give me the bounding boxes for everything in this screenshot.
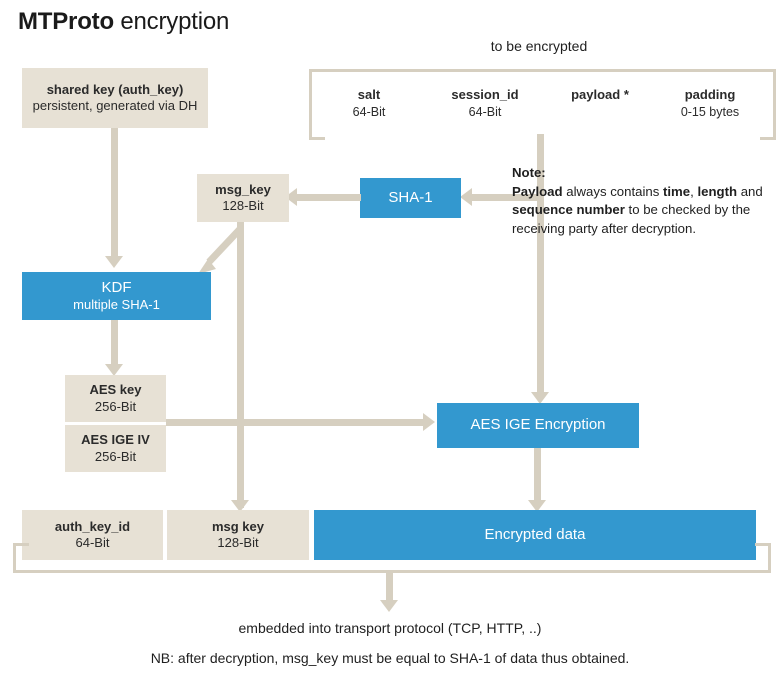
footer-nb-line: NB: after decryption, msg_key must be eq… — [150, 650, 630, 666]
footer-transport-line: embedded into transport protocol (TCP, H… — [238, 620, 542, 636]
aes-key-sub: 256-Bit — [94, 398, 137, 414]
note-heading: Note: — [512, 165, 546, 180]
note-text-3: and — [737, 183, 763, 199]
aes-ige-iv-sub: 256-Bit — [94, 448, 137, 464]
kdf-sub: multiple SHA-1 — [73, 297, 160, 313]
note-payload-word: Payload — [512, 183, 563, 199]
arrowhead-transport-footer — [380, 600, 398, 612]
aes-ige-encryption-box: AES IGE Encryption — [437, 403, 639, 448]
connector-encryption-output — [534, 448, 541, 504]
kdf-box: KDF multiple SHA-1 — [22, 272, 211, 320]
note-body: Payload always contains time, length and… — [512, 183, 764, 239]
aes-ige-iv-box: AES IGE IV 256-Bit — [65, 425, 166, 472]
note-text-2: , — [690, 183, 694, 199]
note-text-5: party after decryption. — [568, 221, 696, 237]
note-text-1: always contains — [562, 183, 663, 199]
output-msg-key-name: msg key — [211, 518, 265, 534]
arrowhead-aeskeys-encryption — [423, 413, 435, 431]
connector-msgkey-output — [237, 222, 244, 508]
note-length-word: length — [697, 183, 738, 199]
note-block: Note: Payload always contains time, leng… — [512, 164, 764, 239]
connector-kdf-aeskey — [111, 320, 118, 367]
encrypted-data-label: Encrypted data — [484, 525, 586, 543]
aes-key-name: AES key — [89, 382, 142, 398]
aes-ige-iv-name: AES IGE IV — [81, 432, 150, 448]
connector-aeskeys-encryption — [166, 419, 424, 426]
note-time-word: time — [663, 183, 691, 199]
kdf-name: KDF — [101, 278, 132, 296]
mtproto-encryption-diagram: MTProto encryption to be encrypted salt … — [0, 0, 780, 685]
aes-ige-encryption-label: AES IGE Encryption — [470, 416, 606, 434]
transport-bracket — [13, 543, 771, 573]
aes-key-box: AES key 256-Bit — [65, 375, 166, 422]
auth-key-id-name: auth_key_id — [54, 518, 131, 534]
note-seqnum-word: sequence number — [512, 202, 625, 218]
